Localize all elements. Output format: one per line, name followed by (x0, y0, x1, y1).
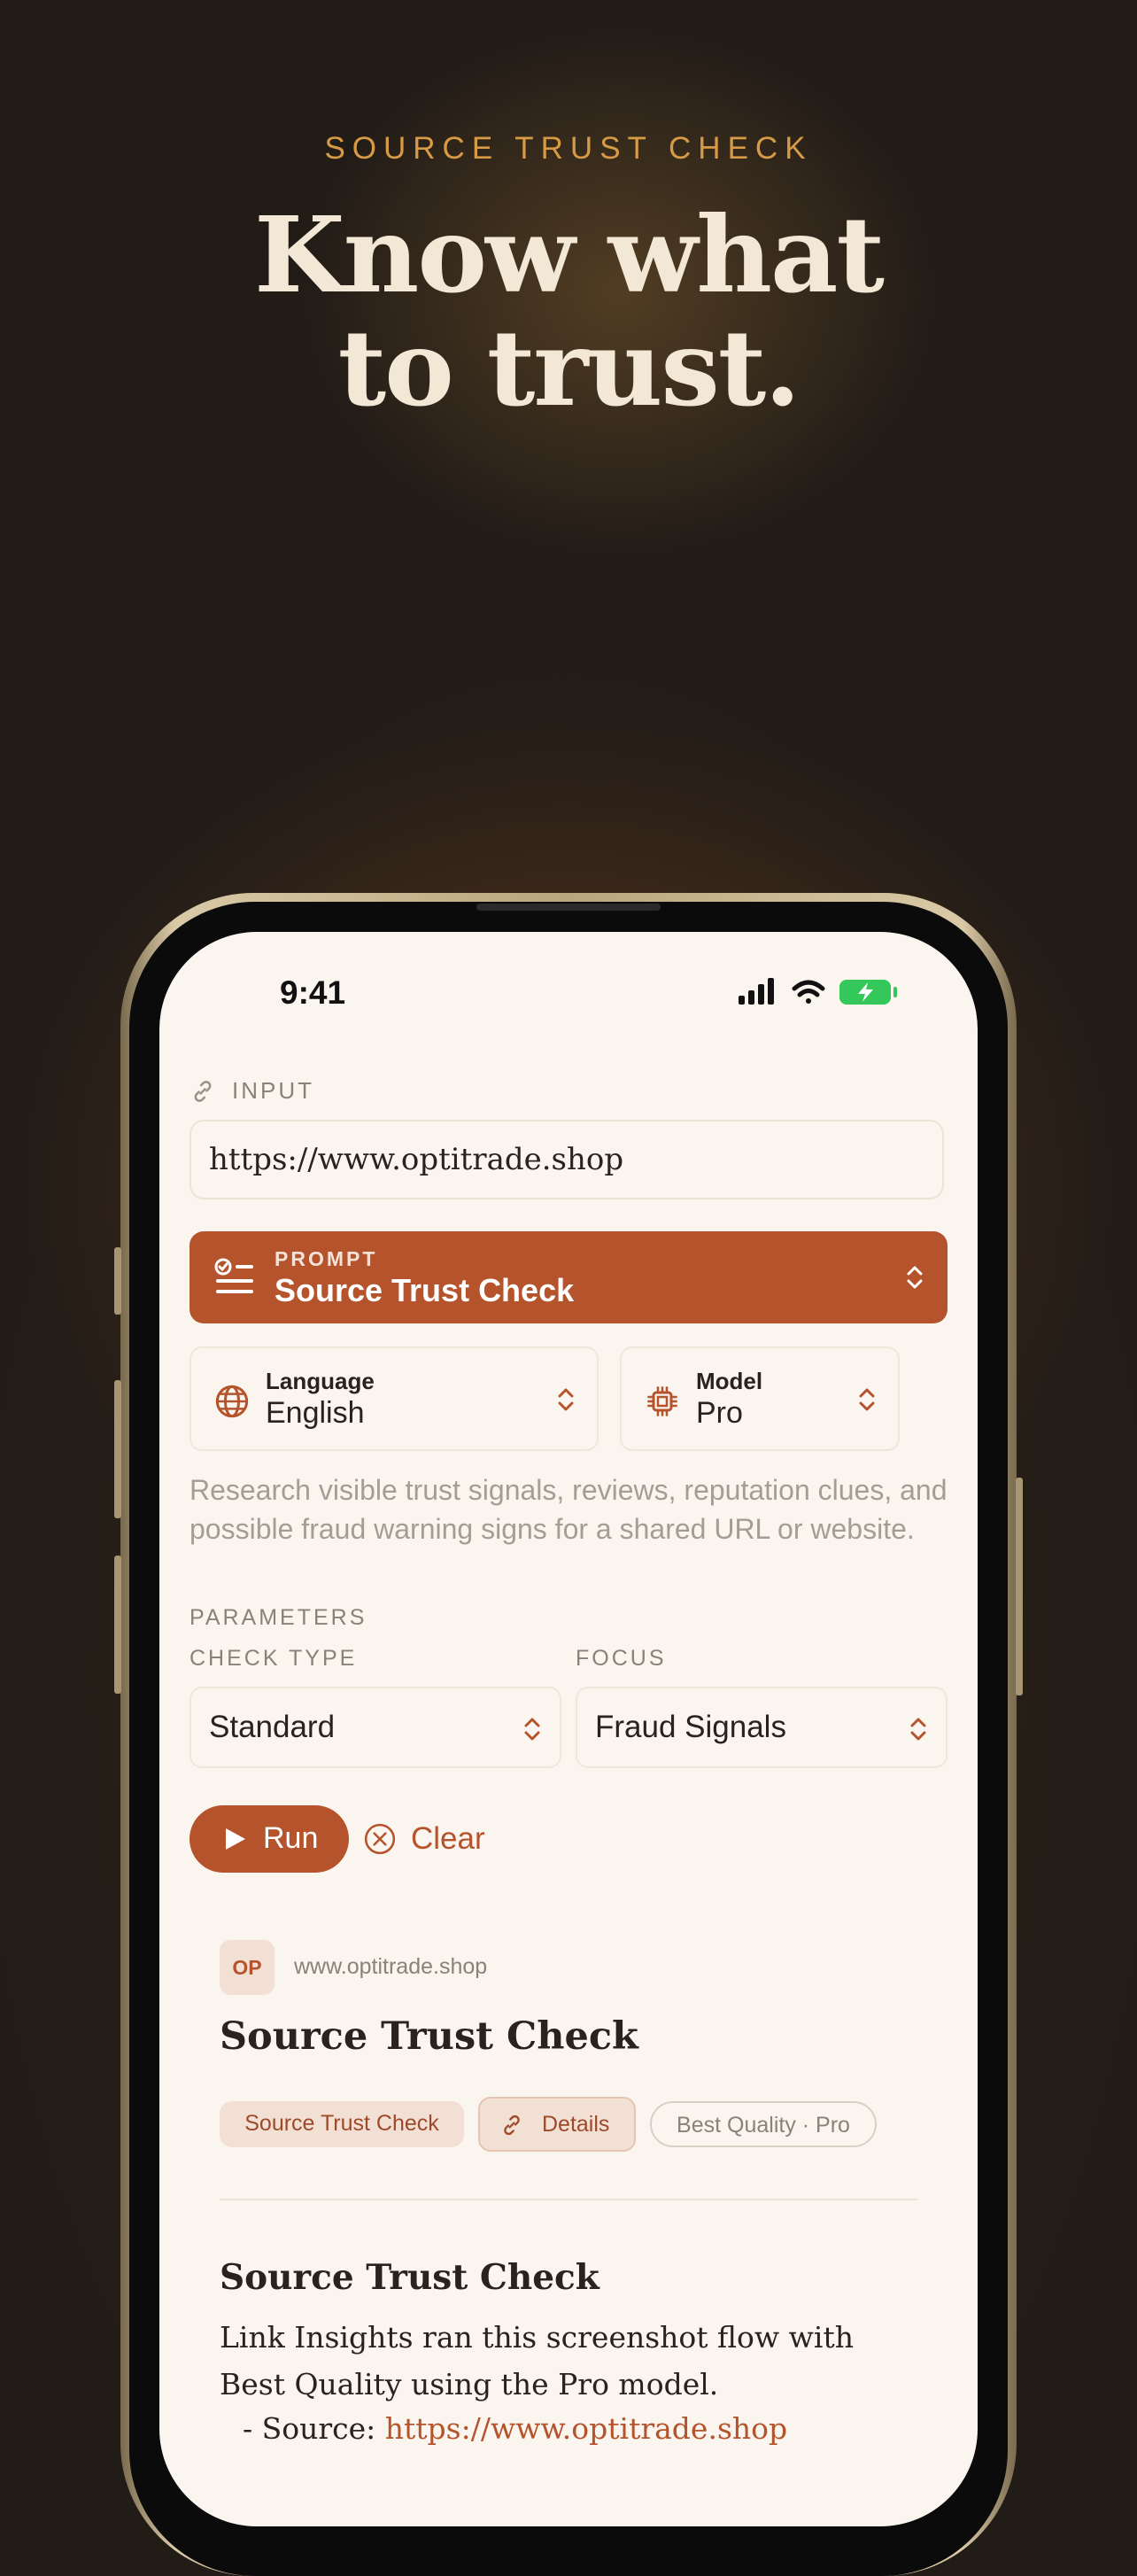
source-link[interactable]: https://www.optitrade.shop (385, 2411, 787, 2446)
source-bullet: - Source: https://www.optitrade.shop (243, 2411, 787, 2446)
run-button[interactable]: Run (190, 1805, 349, 1873)
model-label: Model (696, 1368, 763, 1394)
chevron-up-down-icon (859, 1388, 875, 1411)
prompt-chip: Source Trust Check (220, 2101, 464, 2147)
status-time: 9:41 (280, 974, 346, 1011)
checklist-icon (214, 1258, 253, 1293)
phone-silent-switch (114, 1247, 121, 1315)
hero-headline: Know what to trust. (0, 198, 1137, 425)
cpu-chip-icon (647, 1386, 677, 1416)
globe-icon (215, 1385, 249, 1418)
result-body: Link Insights ran this screenshot flow w… (220, 2320, 854, 2401)
section-title: Source Trust Check (220, 2257, 599, 2298)
prompt-title: Source Trust Check (275, 1272, 575, 1308)
check-type-dropdown[interactable]: Standard (190, 1687, 561, 1768)
x-circle-icon (364, 1823, 396, 1855)
cellular-signal-icon (739, 978, 774, 1005)
wifi-icon (792, 980, 825, 1004)
link-icon (194, 1080, 212, 1102)
hero-eyebrow: SOURCE TRUST CHECK (324, 131, 813, 166)
source-prefix: - Source: (243, 2411, 376, 2446)
url-input[interactable]: https://www.optitrade.shop (190, 1120, 944, 1199)
prompt-small-label: PROMPT (275, 1247, 378, 1270)
model-selector[interactable]: Model Pro (620, 1346, 900, 1451)
input-label-row: INPUT (190, 1077, 314, 1105)
link-icon (504, 2114, 520, 2136)
quality-chip: Best Quality · Pro (650, 2101, 877, 2147)
result-title: Source Trust Check (220, 2014, 638, 2059)
status-icons (739, 976, 907, 1008)
clear-button[interactable]: Clear (363, 1812, 485, 1866)
phone-volume-up-button (114, 1380, 121, 1518)
result-domain: www.optitrade.shop (294, 1954, 488, 1979)
run-label: Run (263, 1821, 319, 1855)
check-type-value: Standard (209, 1710, 336, 1744)
model-value: Pro (696, 1396, 743, 1430)
focus-value: Fraud Signals (595, 1710, 786, 1744)
prompt-selector[interactable]: PROMPT Source Trust Check (190, 1231, 948, 1323)
language-label: Language (266, 1368, 375, 1394)
phone-power-button (1016, 1478, 1023, 1695)
phone-screen: 9:41 INPUT https://www.optitrade.shop PR… (159, 932, 978, 2526)
site-avatar: OP (220, 1940, 275, 1995)
focus-dropdown[interactable]: Fraud Signals (576, 1687, 948, 1768)
details-label: Details (542, 2112, 610, 2137)
headline-line-2: to trust. (337, 306, 801, 430)
parameters-label: PARAMETERS (190, 1605, 367, 1630)
phone-volume-down-button (114, 1556, 121, 1694)
headline-line-1: Know what (253, 193, 885, 316)
status-icons-svg (739, 978, 897, 1005)
chevron-up-down-icon (558, 1388, 574, 1411)
chevron-up-down-icon (910, 1718, 926, 1741)
check-type-label: CHECK TYPE (190, 1646, 358, 1671)
play-icon (226, 1828, 245, 1850)
battery-charging-icon (839, 980, 897, 1005)
clear-label: Clear (411, 1821, 485, 1856)
language-selector[interactable]: Language English (190, 1346, 599, 1451)
chevron-up-down-icon (524, 1718, 540, 1741)
language-value: English (266, 1396, 365, 1430)
details-chip[interactable]: Details (478, 2097, 636, 2152)
chevron-up-down-icon (907, 1266, 923, 1289)
focus-label: FOCUS (576, 1646, 667, 1671)
input-label: INPUT (232, 1077, 314, 1104)
prompt-description: Research visible trust signals, reviews,… (190, 1474, 948, 1545)
divider (220, 2199, 917, 2200)
phone-speaker (476, 904, 661, 911)
